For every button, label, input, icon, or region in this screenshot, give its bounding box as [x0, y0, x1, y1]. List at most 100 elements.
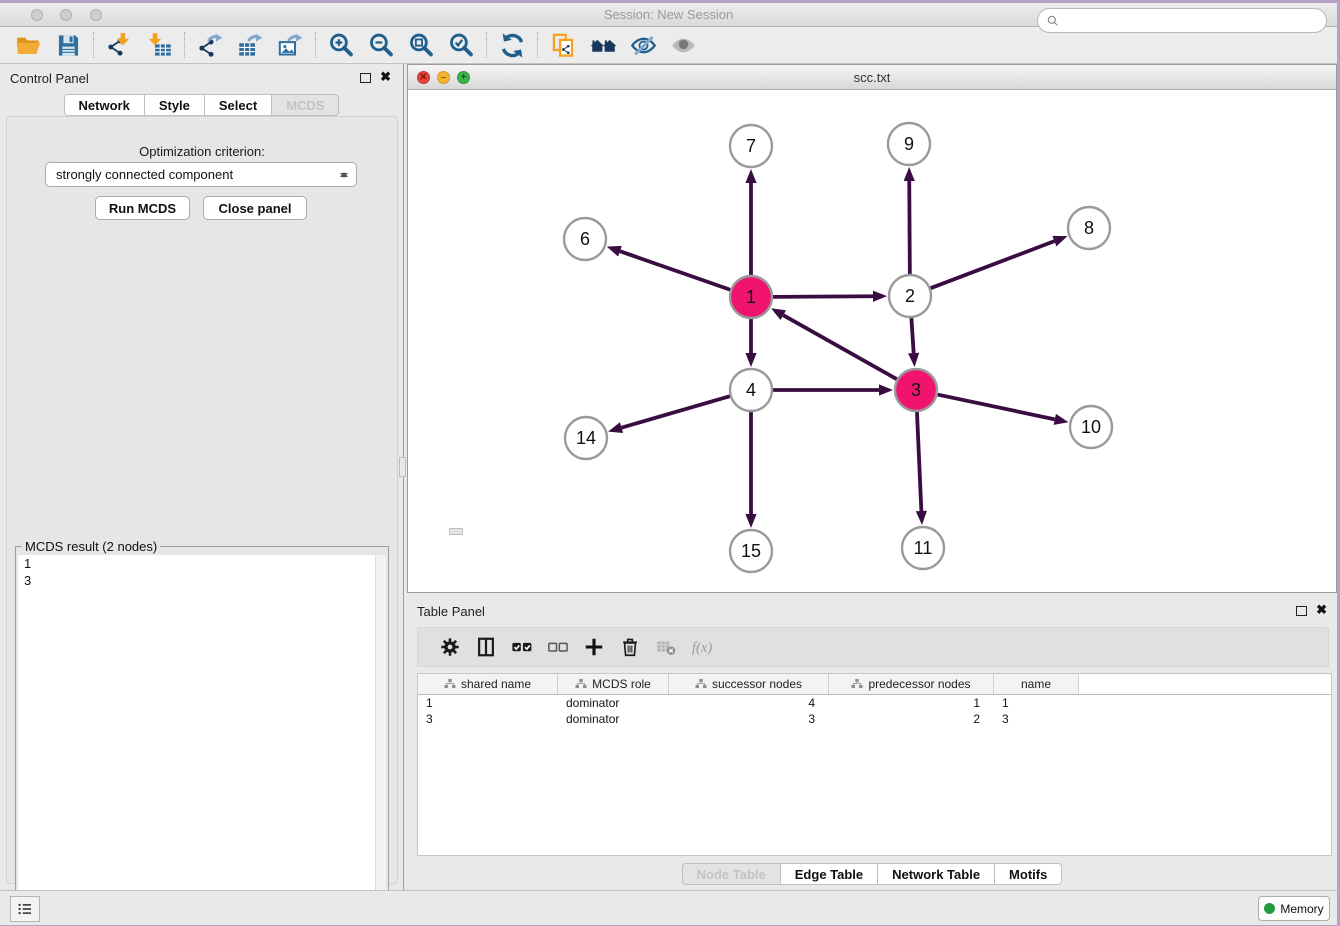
tab-node-table[interactable]: Node Table — [682, 863, 781, 885]
graph-node-label-11: 11 — [914, 538, 933, 558]
export-table-button[interactable] — [230, 29, 270, 61]
tab-motifs[interactable]: Motifs — [995, 863, 1062, 885]
delete-icon — [619, 636, 641, 658]
graph-edge-4-14[interactable] — [622, 396, 730, 428]
search-box[interactable] — [1037, 8, 1327, 33]
table-panel-header: Table Panel ✖ — [407, 597, 1337, 625]
node-table: shared nameMCDS rolesuccessor nodes prede… — [417, 673, 1332, 856]
zoom-fit-button[interactable] — [401, 29, 441, 61]
graph-node-label-1: 1 — [746, 287, 756, 307]
graph-edge-2-8[interactable] — [931, 241, 1055, 288]
table-cell[interactable]: 3 — [994, 711, 1079, 727]
graph-edge-2-3[interactable] — [911, 318, 913, 353]
delete-table-button[interactable] — [648, 632, 684, 662]
tab-network-table[interactable]: Network Table — [878, 863, 995, 885]
vertical-splitter-handle[interactable] — [399, 457, 406, 477]
gear-icon — [439, 636, 461, 658]
show-graphics-icon — [670, 32, 697, 59]
hide-graphics-button[interactable] — [623, 29, 663, 61]
search-input[interactable] — [1060, 11, 1326, 31]
mcds-panel: Optimization criterion: strongly connect… — [6, 116, 398, 884]
network-window-titlebar[interactable]: ✕ – + scc.txt — [408, 65, 1336, 90]
table-cell[interactable]: 1 — [418, 695, 558, 711]
table-cell[interactable]: 3 — [669, 711, 829, 727]
export-network-button[interactable] — [190, 29, 230, 61]
cyndex-share-button[interactable] — [543, 29, 583, 61]
tab-mcds[interactable]: MCDS — [272, 94, 339, 116]
column-header-name[interactable]: name — [994, 674, 1079, 694]
table-cell[interactable]: 2 — [829, 711, 994, 727]
run-mcds-button[interactable]: Run MCDS — [95, 196, 190, 220]
zoom-selected-button[interactable] — [441, 29, 481, 61]
table-row[interactable]: 3dominator323 — [418, 711, 1331, 727]
import-network-icon — [106, 32, 133, 59]
refresh-icon — [499, 32, 526, 59]
table-cell[interactable]: 1 — [829, 695, 994, 711]
zoom-in-button[interactable] — [321, 29, 361, 61]
show-graphics-button[interactable] — [663, 29, 703, 61]
horizontal-splitter-handle[interactable] — [449, 528, 463, 535]
refresh-button[interactable] — [492, 29, 532, 61]
column-label: predecessor nodes — [868, 677, 970, 691]
graph-node-label-7: 7 — [746, 136, 756, 156]
close-panel-icon[interactable]: ✖ — [380, 69, 391, 85]
checkbox-checked-pair-button[interactable] — [504, 632, 540, 662]
network-canvas[interactable]: 7968124314101511 — [408, 90, 1336, 592]
criterion-dropdown[interactable]: strongly connected component — [45, 162, 357, 187]
column-header-MCDS-role[interactable]: MCDS role — [558, 674, 669, 694]
import-network-button[interactable] — [99, 29, 139, 61]
zoom-out-button[interactable] — [361, 29, 401, 61]
result-node-id[interactable]: 1 — [18, 555, 386, 572]
checkbox-unchecked-pair-button[interactable] — [540, 632, 576, 662]
column-label: name — [1021, 677, 1051, 691]
dock-panel-button[interactable] — [10, 896, 40, 922]
table-cell[interactable]: dominator — [558, 711, 669, 727]
close-table-panel-icon[interactable]: ✖ — [1316, 602, 1327, 618]
tab-style[interactable]: Style — [145, 94, 205, 116]
import-table-button[interactable] — [139, 29, 179, 61]
graph-edge-2-9[interactable] — [909, 181, 910, 274]
tab-select[interactable]: Select — [205, 94, 272, 116]
float-panel-icon[interactable] — [360, 73, 371, 83]
column-header-successor-nodes[interactable]: successor nodes — [669, 674, 829, 694]
float-table-panel-icon[interactable] — [1296, 606, 1307, 616]
graph-arrowhead-2-3 — [908, 353, 919, 367]
table-cell[interactable]: dominator — [558, 695, 669, 711]
hide-graphics-icon — [630, 32, 657, 59]
mcds-result-list[interactable]: 13 — [18, 555, 386, 921]
graph-edge-3-10[interactable] — [938, 395, 1055, 420]
column-header-shared-name[interactable]: shared name — [418, 674, 558, 694]
result-scrollbar[interactable] — [375, 555, 386, 921]
graph-edge-1-2[interactable] — [773, 296, 873, 297]
open-session-button[interactable] — [8, 29, 48, 61]
table-cell[interactable]: 4 — [669, 695, 829, 711]
graph-edge-3-1[interactable] — [783, 315, 897, 379]
save-session-button[interactable] — [48, 29, 88, 61]
result-node-id[interactable]: 3 — [18, 572, 386, 589]
graph-arrowhead-4-14 — [608, 422, 623, 433]
home-button[interactable] — [583, 29, 623, 61]
function-builder-button[interactable]: f(x) — [684, 632, 720, 662]
graph-edge-3-11[interactable] — [917, 412, 921, 511]
table-row[interactable]: 1dominator411 — [418, 695, 1331, 711]
app-window: Session: New Session Control Panel ✖ Net… — [0, 3, 1337, 925]
network-view-window: ✕ – + scc.txt 7968124314101511 — [407, 64, 1337, 593]
control-panel-header: Control Panel ✖ — [0, 64, 403, 92]
columns-button[interactable] — [468, 632, 504, 662]
tab-edge-table[interactable]: Edge Table — [781, 863, 878, 885]
memory-button[interactable]: Memory — [1258, 896, 1330, 921]
graph-node-label-15: 15 — [741, 541, 761, 561]
add-column-button[interactable] — [576, 632, 612, 662]
memory-status-icon — [1264, 903, 1275, 914]
table-cell[interactable]: 3 — [418, 711, 558, 727]
export-image-button[interactable] — [270, 29, 310, 61]
table-cell[interactable]: 1 — [994, 695, 1079, 711]
delete-button[interactable] — [612, 632, 648, 662]
gear-button[interactable] — [432, 632, 468, 662]
tab-network[interactable]: Network — [64, 94, 145, 116]
close-panel-button[interactable]: Close panel — [203, 196, 307, 220]
column-header-predecessor-nodes[interactable]: predecessor nodes — [829, 674, 994, 694]
graph-node-label-6: 6 — [580, 229, 590, 249]
search-icon — [1046, 14, 1060, 28]
graph-edge-1-6[interactable] — [620, 251, 730, 290]
